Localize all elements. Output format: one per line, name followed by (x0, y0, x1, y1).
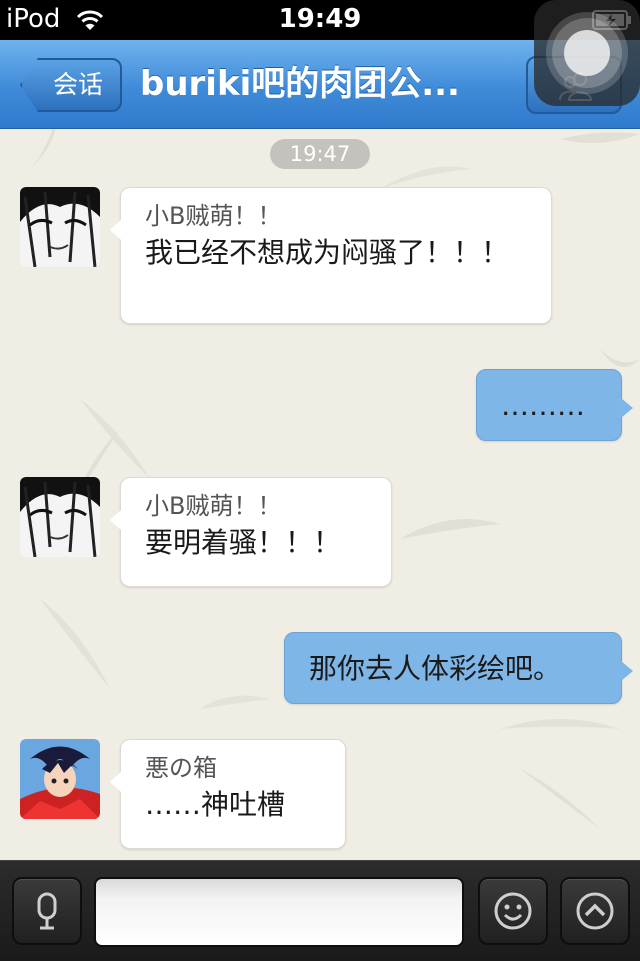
sender-name: 小B贼萌！！ (145, 492, 282, 520)
message-text: 那你去人体彩绘吧。 (309, 652, 562, 685)
message-text: ……… (501, 389, 585, 422)
outgoing-message-bubble[interactable]: ……… (476, 369, 633, 441)
message-text: ……神吐槽 (145, 788, 286, 821)
back-button[interactable]: 会话 (20, 58, 122, 112)
assistive-touch-button[interactable] (534, 0, 640, 106)
incoming-message-bubble[interactable]: 小B贼萌！！ 要明着骚！！！ (110, 477, 392, 587)
emoji-button[interactable] (478, 877, 548, 945)
timestamp-pill: 19:47 (270, 139, 370, 169)
voice-input-button[interactable] (12, 877, 82, 945)
sender-avatar[interactable] (20, 477, 100, 557)
outgoing-message-bubble[interactable]: 那你去人体彩绘吧。 (284, 632, 633, 704)
manga-girl-avatar-icon (20, 477, 100, 557)
chat-message-list[interactable]: 19:47 小B贼萌！！ 我已经不想成为闷骚了！！！ ……… 小B贼萌！！ 要明… (0, 129, 640, 860)
more-options-button[interactable] (560, 877, 630, 945)
message-text: 我已经不想成为闷骚了！！！ (145, 236, 510, 269)
sender-name: 小B贼萌！！ (145, 202, 282, 230)
microphone-icon (37, 892, 57, 930)
anime-boy-avatar-icon (20, 739, 100, 819)
message-text-input[interactable] (94, 877, 464, 947)
message-input-bar (0, 860, 640, 961)
assistive-touch-core (564, 30, 610, 76)
smiley-icon (494, 892, 532, 930)
manga-girl-avatar-icon (20, 187, 100, 267)
chevron-up-icon (576, 892, 614, 930)
message-text: 要明着骚！！！ (145, 526, 342, 559)
sender-avatar[interactable] (20, 739, 100, 819)
chat-title: buriki吧的肉团公... (140, 64, 460, 104)
incoming-message-bubble[interactable]: 悪の箱 ……神吐槽 (110, 739, 346, 849)
sender-name: 悪の箱 (145, 754, 217, 782)
assistive-touch-ring (552, 18, 622, 88)
incoming-message-bubble[interactable]: 小B贼萌！！ 我已经不想成为闷骚了！！！ (110, 187, 552, 324)
sender-avatar[interactable] (20, 187, 100, 267)
